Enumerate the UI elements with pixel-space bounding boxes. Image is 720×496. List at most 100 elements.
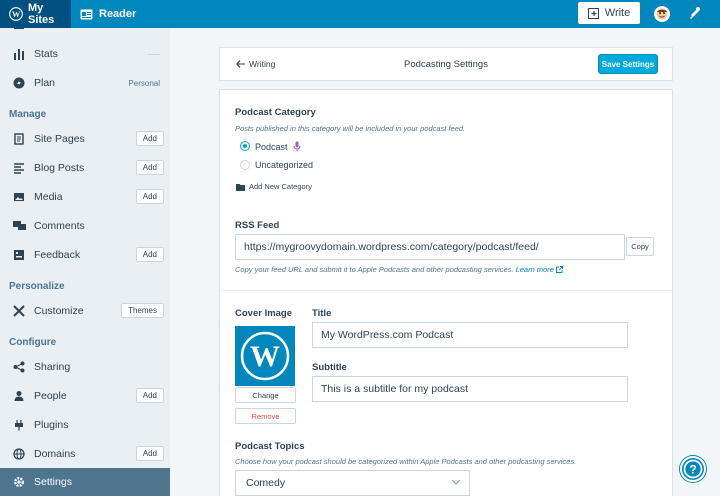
- podcast-category-label: Podcast Category: [235, 107, 316, 118]
- podcast-topics-hint: Choose how your podcast should be catego…: [235, 457, 577, 466]
- sidebar-item-label: Feedback: [34, 249, 81, 261]
- learn-more-link[interactable]: Learn more: [516, 265, 563, 274]
- write-label: Write: [604, 7, 631, 19]
- sidebar-item-label: Customize: [34, 305, 84, 317]
- podcast-settings-card: Podcast Category Posts published in this…: [220, 90, 672, 496]
- sidebar-item-label: Domains: [34, 448, 76, 460]
- podcast-topic-select[interactable]: Comedy: [235, 470, 470, 496]
- add-domain-button[interactable]: Add: [135, 446, 164, 461]
- rss-feed-label: RSS Feed: [235, 220, 280, 231]
- add-new-category-button[interactable]: Add New Category: [236, 182, 312, 191]
- podcast-option-label: Podcast: [255, 141, 288, 152]
- podcast-category-option: Podcast: [255, 141, 301, 152]
- sidebar-item-comments[interactable]: Comments: [0, 212, 170, 240]
- write-icon: [587, 7, 605, 19]
- plugins-icon: [12, 418, 26, 432]
- save-settings-button[interactable]: Save Settings: [598, 54, 658, 74]
- subtitle-label: Subtitle: [312, 362, 347, 373]
- title-label: Title: [312, 308, 332, 319]
- sidebar-item-label: Settings: [34, 476, 72, 488]
- reader-label: Reader: [99, 8, 137, 20]
- masterbar: W My Sites Reader Write: [0, 0, 720, 28]
- plan-icon: [12, 76, 26, 90]
- change-cover-button[interactable]: Change: [235, 387, 296, 403]
- cover-image-thumbnail: W: [235, 326, 295, 386]
- sidebar-item-media[interactable]: Media Add: [0, 183, 170, 211]
- sidebar-item-people[interactable]: People Add: [0, 382, 170, 410]
- svg-text:?: ?: [689, 463, 696, 477]
- svg-text:W: W: [12, 10, 21, 19]
- copy-feed-url-button[interactable]: Copy: [626, 237, 654, 256]
- comments-icon: [12, 219, 26, 233]
- sidebar-item-label: Comments: [34, 220, 85, 232]
- podcast-category-radio[interactable]: [240, 141, 250, 151]
- plan-badge: Personal: [128, 78, 160, 88]
- stats-icon: [12, 47, 26, 61]
- sidebar-item-plugins[interactable]: Plugins: [0, 411, 170, 439]
- add-new-category-label: Add New Category: [249, 182, 312, 191]
- cover-image-label: Cover Image: [235, 308, 293, 319]
- rss-feed-hint-text: Copy your feed URL and submit it to Appl…: [235, 265, 514, 274]
- sidebar-item-blog-posts[interactable]: Blog Posts Add: [0, 154, 170, 182]
- sidebar-item-stats[interactable]: Stats: [0, 40, 170, 68]
- avatar[interactable]: [654, 6, 670, 22]
- write-button[interactable]: Write: [578, 2, 640, 24]
- sidebar-item-domains[interactable]: Domains Add: [0, 440, 170, 468]
- sidebar-item-plan[interactable]: Plan Personal: [0, 69, 170, 97]
- settings-header-card: Writing Podcasting Settings Save Setting…: [220, 48, 672, 80]
- add-people-button[interactable]: Add: [135, 388, 164, 403]
- pages-icon: [12, 132, 26, 146]
- sidebar-item-label: Stats: [34, 48, 58, 60]
- sharing-icon: [12, 360, 26, 374]
- notifications-bell-icon[interactable]: [688, 6, 702, 20]
- learn-more-label: Learn more: [515, 265, 554, 274]
- sidebar: Stats Plan Personal Manage Site Pages Ad…: [0, 28, 170, 496]
- rss-feed-url-field[interactable]: https://mygroovydomain.wordpress.com/cat…: [235, 234, 625, 260]
- section-heading-manage: Manage: [9, 109, 47, 120]
- media-icon: [12, 190, 26, 204]
- sidebar-item-label: People: [34, 390, 67, 402]
- customize-icon: [12, 304, 26, 318]
- my-sites-button[interactable]: W My Sites: [0, 0, 71, 28]
- add-media-button[interactable]: Add: [135, 189, 164, 204]
- add-feedback-button[interactable]: Add: [135, 247, 164, 262]
- sidebar-item-label: Plan: [34, 77, 56, 89]
- settings-icon: [12, 475, 26, 489]
- sidebar-item-customize[interactable]: Customize Themes: [0, 297, 170, 325]
- sidebar-item-label: Site Pages: [34, 133, 85, 145]
- feedback-icon: [12, 248, 26, 262]
- view-site-icon: [12, 28, 26, 31]
- podcast-category-hint: Posts published in this category will be…: [235, 124, 466, 133]
- section-heading-configure: Configure: [9, 337, 57, 348]
- help-button[interactable]: ?: [680, 456, 706, 482]
- subtitle-input[interactable]: This is a subtitle for my podcast: [312, 376, 628, 402]
- sidebar-item-label: Media: [34, 191, 63, 203]
- uncategorized-option-label: Uncategorized: [255, 160, 314, 170]
- sidebar-item-feedback[interactable]: Feedback Add: [0, 241, 170, 269]
- section-divider: [220, 290, 672, 291]
- uncategorized-radio[interactable]: [240, 160, 250, 170]
- add-post-button[interactable]: Add: [135, 160, 164, 175]
- sidebar-item-site-pages[interactable]: Site Pages Add: [0, 125, 170, 153]
- themes-button[interactable]: Themes: [121, 303, 164, 318]
- sidebar-item-label: Blog Posts: [34, 162, 85, 174]
- add-page-button[interactable]: Add: [135, 131, 164, 146]
- question-mark-icon: ?: [683, 459, 703, 479]
- people-icon: [12, 389, 26, 403]
- remove-cover-button[interactable]: Remove: [235, 408, 296, 424]
- stats-sparkline: [148, 53, 160, 55]
- reader-button[interactable]: Reader: [80, 0, 136, 28]
- reader-icon: [80, 9, 99, 20]
- sidebar-item-label: Sharing: [34, 361, 71, 373]
- microphone-icon: [293, 141, 301, 152]
- podcast-topic-value: Comedy: [246, 477, 286, 489]
- my-sites-label: My Sites: [28, 2, 55, 26]
- rss-feed-hint: Copy your feed URL and submit it to Appl…: [235, 265, 563, 274]
- title-input[interactable]: My WordPress.com Podcast: [312, 322, 628, 348]
- sidebar-item-settings[interactable]: Settings: [0, 468, 170, 496]
- domains-icon: [12, 447, 26, 461]
- sidebar-item-view-site[interactable]: [0, 28, 170, 38]
- podcast-topics-label: Podcast Topics: [235, 441, 305, 452]
- sidebar-item-sharing[interactable]: Sharing: [0, 353, 170, 381]
- wordpress-logo-icon: W: [240, 331, 290, 381]
